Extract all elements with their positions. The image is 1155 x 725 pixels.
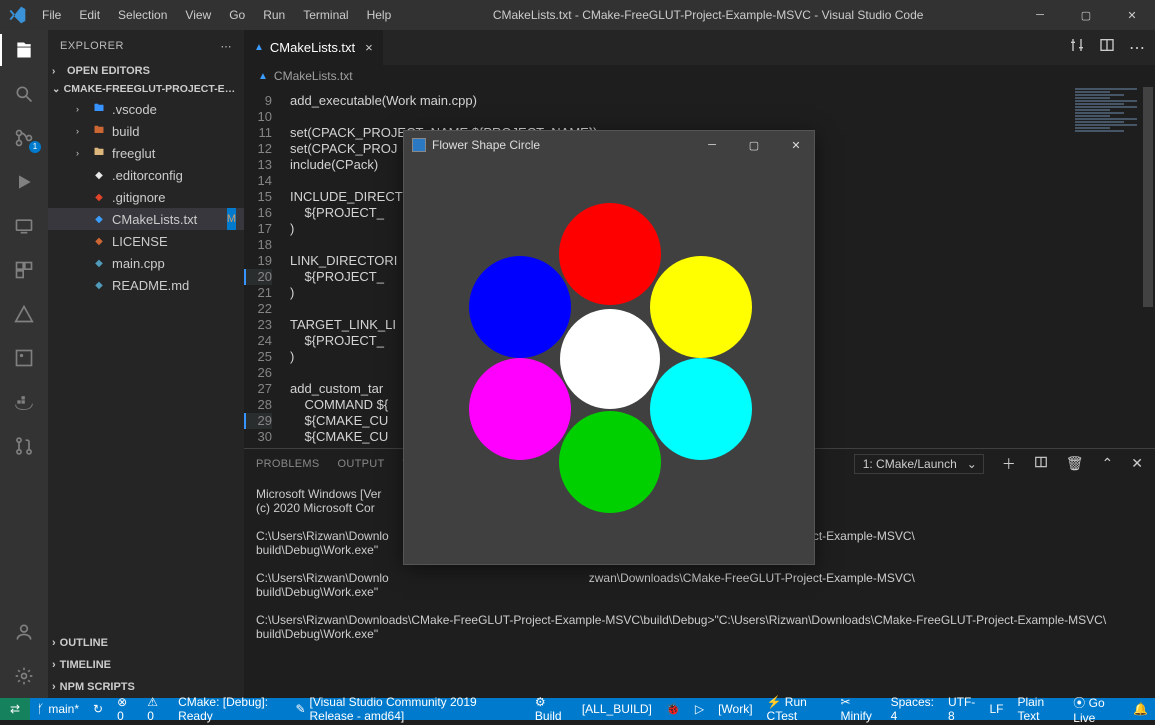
file--gitignore[interactable]: ◆.gitignore xyxy=(48,186,244,208)
split-terminal-icon[interactable] xyxy=(1034,455,1048,472)
sidebar-more-icon[interactable]: ⋯ xyxy=(221,40,233,53)
docker-icon[interactable] xyxy=(12,390,36,414)
status-toolkit[interactable]: ✎ [Visual Studio Community 2019 Release … xyxy=(288,698,527,720)
tabs: ▲ CMakeLists.txt × ⋯ xyxy=(244,30,1155,65)
git-sync[interactable]: ↻ xyxy=(86,698,110,720)
app-icon xyxy=(412,138,426,152)
status-bar: ⇄ ᚶ main* ↻ ⊗ 0 ⚠ 0 CMake: [Debug]: Read… xyxy=(0,698,1155,720)
gutter: 9101112131415161718192021222324252627282… xyxy=(244,87,290,448)
search-icon[interactable] xyxy=(12,82,36,106)
app-canvas xyxy=(404,159,814,564)
file-README-md[interactable]: ◆README.md xyxy=(48,274,244,296)
extensions-icon[interactable] xyxy=(12,258,36,282)
app-minimize-icon[interactable]: ─ xyxy=(694,139,730,151)
close-panel-icon[interactable]: ✕ xyxy=(1131,455,1143,472)
activity-bar: 1 xyxy=(0,30,48,698)
pull-requests-icon[interactable] xyxy=(12,434,36,458)
folder-build[interactable]: ›🖿build xyxy=(48,120,244,142)
run-debug-icon[interactable] xyxy=(12,170,36,194)
running-app-window[interactable]: Flower Shape Circle ─ ▢ ✕ xyxy=(403,130,815,565)
menu-run[interactable]: Run xyxy=(255,4,293,26)
go-live-button[interactable]: ⦿ Go Live xyxy=(1066,698,1126,720)
folder-freeglut[interactable]: ›🖿freeglut xyxy=(48,142,244,164)
tab-close-icon[interactable]: × xyxy=(365,40,373,55)
scm-badge: 1 xyxy=(29,141,41,153)
file-LICENSE[interactable]: ◆LICENSE xyxy=(48,230,244,252)
file-CMakeLists-txt[interactable]: ◆CMakeLists.txtM xyxy=(48,208,244,230)
status-eol[interactable]: LF xyxy=(982,698,1010,720)
window-minimize-icon[interactable]: ─ xyxy=(1017,0,1063,30)
outline-section[interactable]: ›OUTLINE xyxy=(48,632,244,654)
project-section[interactable]: ⌄CMAKE-FREEGLUT-PROJECT-EXAMPLE-MSVC xyxy=(48,80,244,98)
minimap[interactable] xyxy=(1071,87,1141,207)
cmake-status[interactable]: CMake: [Debug]: Ready xyxy=(171,698,288,720)
app-title: Flower Shape Circle xyxy=(432,138,540,152)
notifications-icon[interactable]: 🔔 xyxy=(1126,698,1155,720)
window-maximize-icon[interactable]: ▢ xyxy=(1063,0,1109,30)
split-editor-icon[interactable] xyxy=(1099,37,1115,58)
status-encoding[interactable]: UTF-8 xyxy=(941,698,982,720)
breadcrumb[interactable]: ▲ CMakeLists.txt xyxy=(244,65,1155,87)
open-editors-section[interactable]: ›OPEN EDITORS xyxy=(48,62,244,80)
menu-view[interactable]: View xyxy=(177,4,219,26)
menu-go[interactable]: Go xyxy=(221,4,253,26)
sidebar: EXPLORER ⋯ ›OPEN EDITORS ⌄CMAKE-FREEGLUT… xyxy=(48,30,244,698)
menu-help[interactable]: Help xyxy=(359,4,400,26)
status-errors[interactable]: ⊗ 0 xyxy=(110,698,140,720)
status-warnings[interactable]: ⚠ 0 xyxy=(140,698,171,720)
sidebar-title: EXPLORER xyxy=(60,40,124,52)
launch-target[interactable]: [Work] xyxy=(711,698,759,720)
title-bar: FileEditSelectionViewGoRunTerminalHelp C… xyxy=(0,0,1155,30)
menu-bar: FileEditSelectionViewGoRunTerminalHelp xyxy=(34,4,399,26)
window-title: CMakeLists.txt - CMake-FreeGLUT-Project-… xyxy=(399,8,1017,22)
ctest-button[interactable]: ⚡ Run CTest xyxy=(760,698,834,720)
remote-indicator[interactable]: ⇄ xyxy=(0,698,30,720)
file-icon: ▲ xyxy=(258,71,268,82)
more-actions-icon[interactable]: ⋯ xyxy=(1129,38,1145,58)
terminal-selector[interactable]: 1: CMake/Launch xyxy=(854,454,984,474)
kill-terminal-icon[interactable]: 🗑 xyxy=(1066,455,1084,472)
menu-selection[interactable]: Selection xyxy=(110,4,175,26)
window-close-icon[interactable]: ✕ xyxy=(1109,0,1155,30)
explorer-icon[interactable] xyxy=(12,38,36,62)
remote-explorer-icon[interactable] xyxy=(12,214,36,238)
file--editorconfig[interactable]: ◆.editorconfig xyxy=(48,164,244,186)
file-main-cpp[interactable]: ◆main.cpp xyxy=(48,252,244,274)
vscode-logo-icon xyxy=(0,5,34,25)
tab-cmakelists[interactable]: ▲ CMakeLists.txt × xyxy=(244,30,384,65)
picture-icon[interactable] xyxy=(12,346,36,370)
minify-button[interactable]: ✂ Minify xyxy=(834,698,884,720)
maximize-panel-icon[interactable]: ⌃ xyxy=(1102,455,1114,472)
status-spaces[interactable]: Spaces: 4 xyxy=(884,698,941,720)
status-lang[interactable]: Plain Text xyxy=(1010,698,1066,720)
file-tree: ›🖿.vscode›🖿build›🖿freeglut◆.editorconfig… xyxy=(48,98,244,296)
folder--vscode[interactable]: ›🖿.vscode xyxy=(48,98,244,120)
account-icon[interactable] xyxy=(12,620,36,644)
new-terminal-icon[interactable]: ＋ xyxy=(1002,454,1016,474)
git-branch[interactable]: ᚶ main* xyxy=(30,698,86,720)
scm-icon[interactable]: 1 xyxy=(12,126,36,150)
tab-label: CMakeLists.txt xyxy=(270,40,355,55)
menu-edit[interactable]: Edit xyxy=(71,4,108,26)
gear-icon[interactable] xyxy=(12,664,36,688)
debug-button[interactable]: 🐞 xyxy=(659,698,688,720)
app-close-icon[interactable]: ✕ xyxy=(778,139,814,152)
editor-scrollbar[interactable] xyxy=(1141,87,1155,448)
menu-terminal[interactable]: Terminal xyxy=(295,4,356,26)
app-titlebar[interactable]: Flower Shape Circle ─ ▢ ✕ xyxy=(404,131,814,159)
build-target[interactable]: [ALL_BUILD] xyxy=(575,698,659,720)
panel-tab-problems[interactable]: PROBLEMS xyxy=(256,458,320,470)
run-button[interactable]: ▷ xyxy=(688,698,711,720)
panel-tab-output[interactable]: OUTPUT xyxy=(338,458,385,470)
compare-changes-icon[interactable] xyxy=(1069,37,1085,58)
menu-file[interactable]: File xyxy=(34,4,69,26)
timeline-section[interactable]: ›TIMELINE xyxy=(48,654,244,676)
build-button[interactable]: ⚙ Build xyxy=(528,698,575,720)
triangle-icon[interactable] xyxy=(12,302,36,326)
app-maximize-icon[interactable]: ▢ xyxy=(736,139,772,152)
file-icon: ▲ xyxy=(254,42,264,53)
